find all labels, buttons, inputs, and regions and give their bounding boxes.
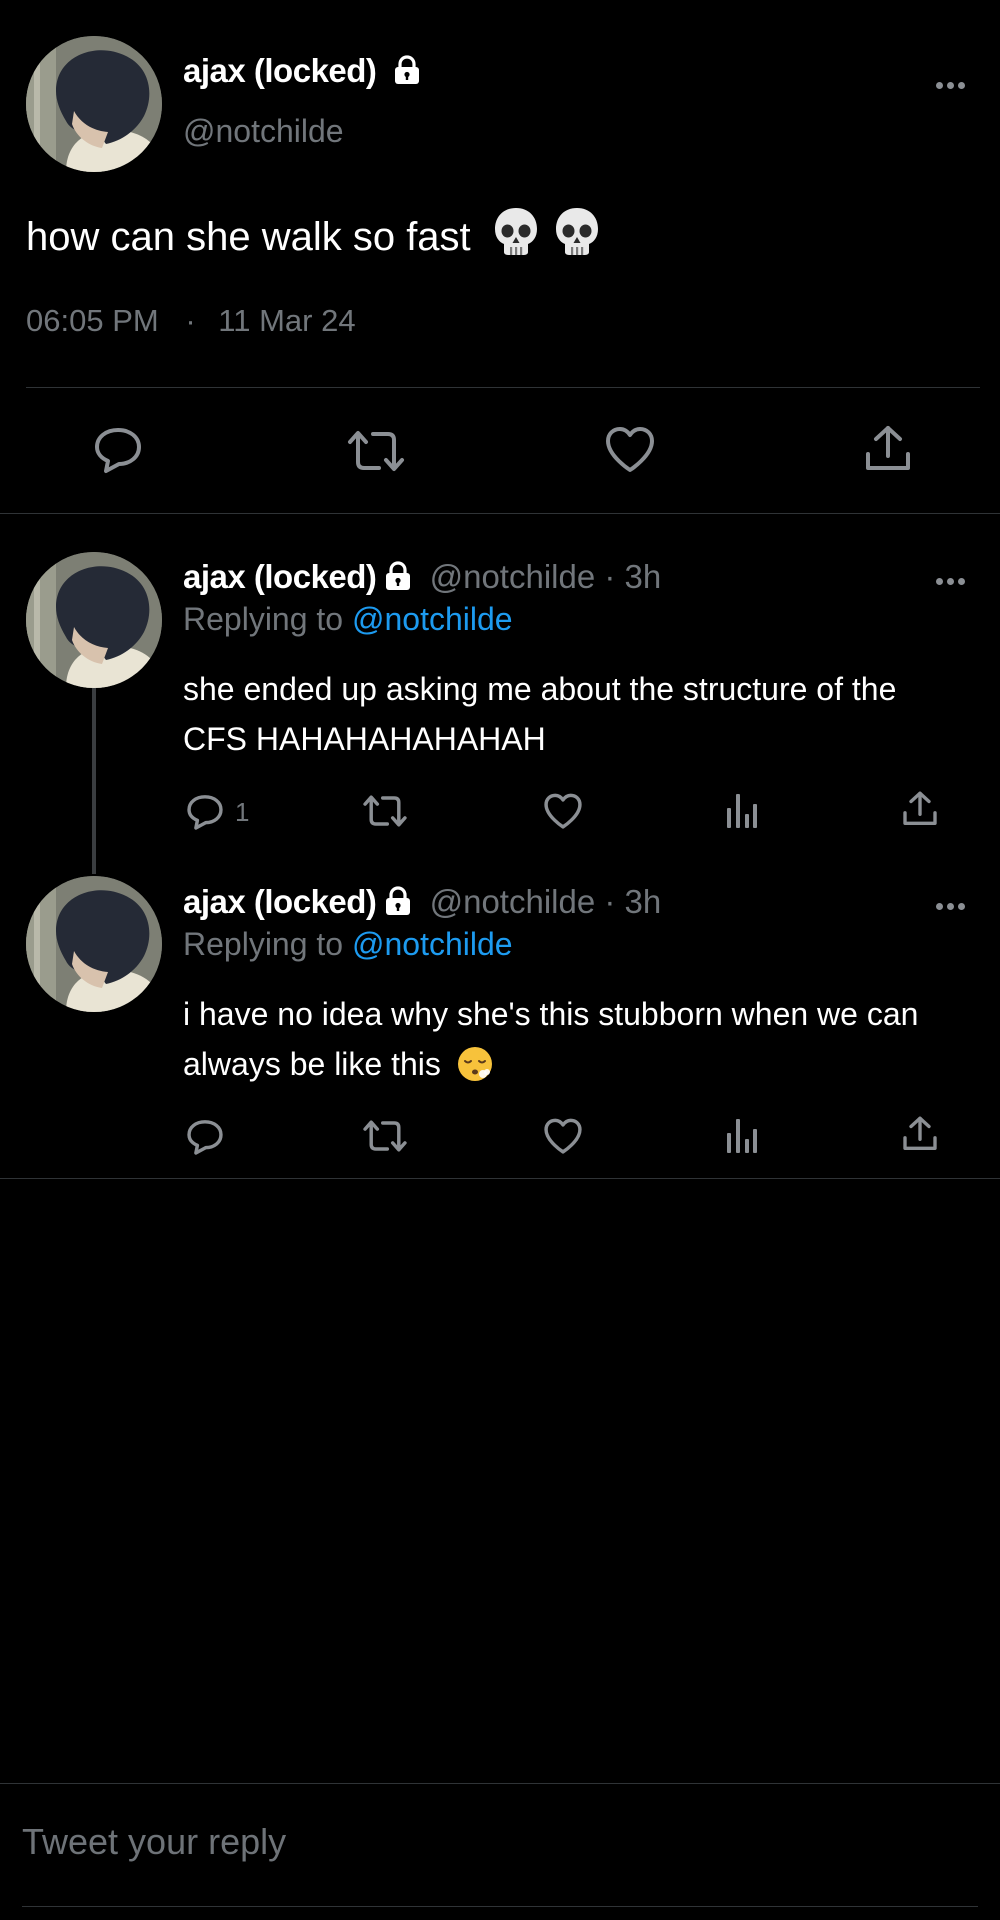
tweet-date[interactable]: 11 Mar 24 xyxy=(218,303,355,338)
author-handle-time[interactable]: @notchilde · 3h xyxy=(430,883,662,920)
tweet-text: how can she walk so fast xyxy=(26,206,601,266)
lock-icon xyxy=(393,55,421,93)
reply-text-line: i have no idea why she's this stubborn w… xyxy=(183,996,919,1032)
reply-text-line: she ended up asking me about the structu… xyxy=(183,671,897,707)
reply-text-line-2: always be like this xyxy=(183,1039,918,1097)
retweet-icon[interactable] xyxy=(346,428,406,474)
reply-text: she ended up asking me about the structu… xyxy=(183,664,896,764)
tweet-time[interactable]: 06:05 PM xyxy=(26,303,159,338)
author-name[interactable]: ajax (locked) xyxy=(183,52,421,93)
author-name-text[interactable]: ajax (locked) xyxy=(183,52,377,89)
replying-to-label: Replying to xyxy=(183,601,344,637)
replying-to-label: Replying to xyxy=(183,926,344,962)
replying-to-handle[interactable]: @notchilde xyxy=(352,926,513,962)
timestamp-separator: · xyxy=(185,303,196,338)
face-exhaling-emoji xyxy=(456,1045,494,1097)
avatar[interactable] xyxy=(26,876,162,1012)
reply-icon[interactable] xyxy=(186,793,224,831)
share-icon[interactable] xyxy=(864,424,912,474)
avatar[interactable] xyxy=(26,552,162,688)
divider xyxy=(0,1178,1000,1179)
reply-header: ajax (locked) @notchilde · 3h xyxy=(183,883,661,924)
replying-to: Replying to @notchilde xyxy=(183,926,513,963)
divider xyxy=(26,387,980,388)
reply-header: ajax (locked) @notchilde · 3h xyxy=(183,558,661,599)
replying-to-handle[interactable]: @notchilde xyxy=(352,601,513,637)
author-name[interactable]: ajax (locked) xyxy=(183,558,377,595)
retweet-icon[interactable] xyxy=(362,793,408,829)
share-icon[interactable] xyxy=(902,1115,938,1153)
tweet-text-content: how can she walk so fast xyxy=(26,215,471,259)
views-icon[interactable] xyxy=(726,1117,758,1155)
retweet-icon[interactable] xyxy=(362,1118,408,1154)
reply-text-line: always be like this xyxy=(183,1046,441,1082)
divider xyxy=(0,513,1000,514)
views-icon[interactable] xyxy=(726,792,758,830)
more-icon[interactable] xyxy=(936,897,970,910)
lock-icon xyxy=(384,561,412,599)
heart-icon[interactable] xyxy=(543,793,583,830)
reply-icon[interactable] xyxy=(93,426,143,474)
heart-icon[interactable] xyxy=(604,426,656,474)
reply-text: i have no idea why she's this stubborn w… xyxy=(183,989,918,1097)
replying-to: Replying to @notchilde xyxy=(183,601,513,638)
reply-text-line: CFS HAHAHAHAHAHAH xyxy=(183,721,546,757)
avatar[interactable] xyxy=(26,36,162,172)
reply-input[interactable]: Tweet your reply xyxy=(22,1821,286,1863)
composer-bottom-border xyxy=(22,1906,978,1907)
skull-emoji xyxy=(492,206,540,266)
tweet-timestamp[interactable]: 06:05 PM · 11 Mar 24 xyxy=(26,303,356,339)
reply-count: 1 xyxy=(235,797,250,827)
thread-line xyxy=(92,688,96,874)
more-icon[interactable] xyxy=(936,76,970,89)
share-icon[interactable] xyxy=(902,790,938,828)
lock-icon xyxy=(384,886,412,924)
author-handle-time[interactable]: @notchilde · 3h xyxy=(430,558,662,595)
author-handle[interactable]: @notchilde xyxy=(183,113,344,150)
author-name[interactable]: ajax (locked) xyxy=(183,883,377,920)
heart-icon[interactable] xyxy=(543,1118,583,1155)
more-icon[interactable] xyxy=(936,572,970,585)
reply-icon[interactable] xyxy=(186,1118,224,1156)
skull-emoji xyxy=(553,206,601,266)
reply-composer[interactable]: Tweet your reply xyxy=(0,1784,1000,1904)
